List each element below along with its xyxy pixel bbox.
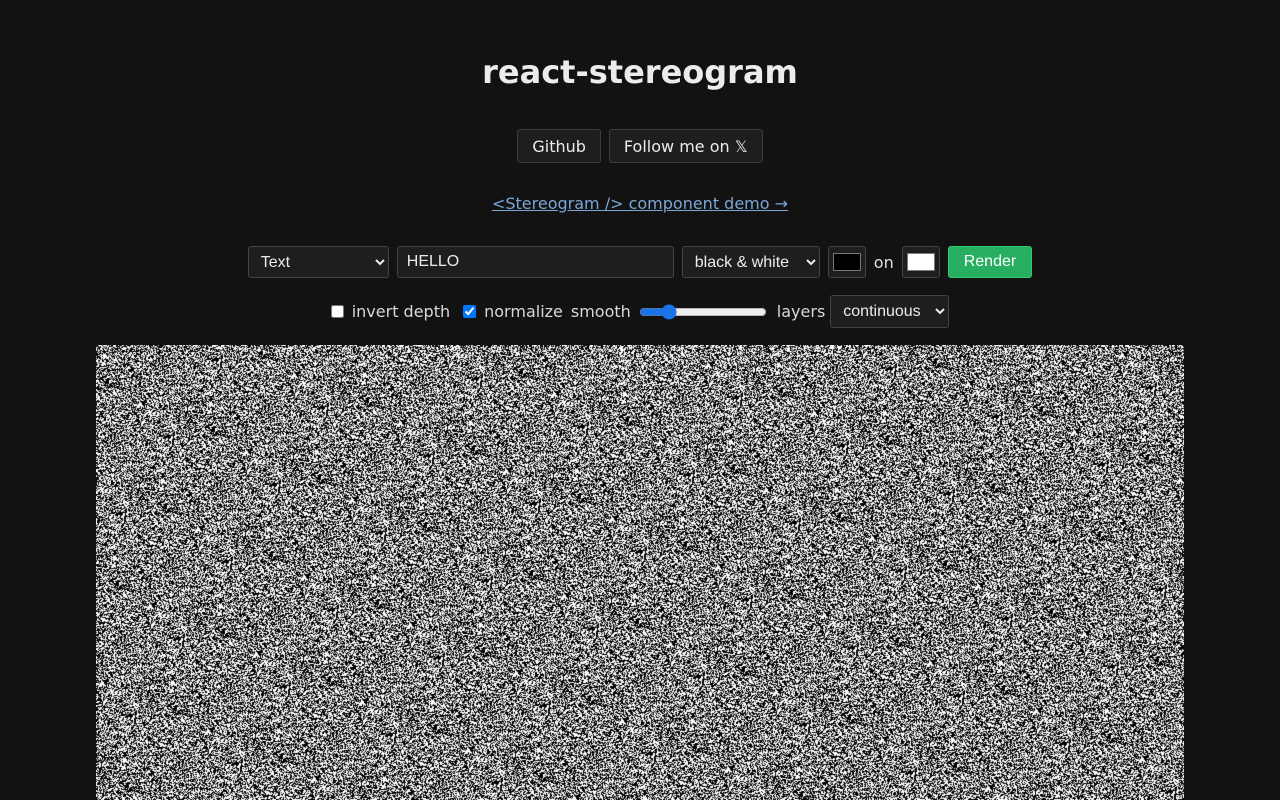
smooth-label: smooth xyxy=(570,302,631,321)
foreground-color-swatch xyxy=(832,253,861,271)
normalize-checkbox[interactable] xyxy=(463,305,477,318)
link-buttons: Github Follow me on 𝕏 xyxy=(0,129,1280,163)
layers-select[interactable]: continuous xyxy=(830,295,950,328)
invert-depth-checkbox[interactable] xyxy=(330,305,344,318)
color-mode-select[interactable]: black & white xyxy=(681,246,820,278)
text-input[interactable] xyxy=(396,246,674,278)
controls-toolbar: Text black & white on Render xyxy=(0,246,1280,278)
source-type-select[interactable]: Text xyxy=(247,246,389,278)
stereogram-canvas-container xyxy=(96,345,1184,800)
normalize-label: normalize xyxy=(484,302,563,321)
invert-depth-label: invert depth xyxy=(351,302,451,321)
page-title: react-stereogram xyxy=(482,53,798,91)
normalize-option[interactable]: normalize xyxy=(463,302,563,321)
background-color-swatch xyxy=(906,253,935,271)
layers-label: layers xyxy=(776,302,826,321)
options-row: invert depth normalize smooth layers con… xyxy=(0,295,1280,328)
foreground-color-picker[interactable] xyxy=(827,246,866,278)
page: react-stereogram Github Follow me on 𝕏 <… xyxy=(0,0,1280,800)
background-color-picker[interactable] xyxy=(901,246,940,278)
follow-button[interactable]: Follow me on 𝕏 xyxy=(608,129,763,163)
demo-link-row: <Stereogram /> component demo → xyxy=(0,193,1280,215)
render-button[interactable]: Render xyxy=(947,246,1033,278)
smooth-slider[interactable] xyxy=(638,303,767,320)
stereogram-canvas[interactable] xyxy=(96,345,1184,800)
github-button[interactable]: Github xyxy=(517,129,601,163)
component-demo-link[interactable]: <Stereogram /> component demo → xyxy=(492,194,788,213)
on-label: on xyxy=(873,252,894,272)
invert-depth-option[interactable]: invert depth xyxy=(330,302,451,321)
